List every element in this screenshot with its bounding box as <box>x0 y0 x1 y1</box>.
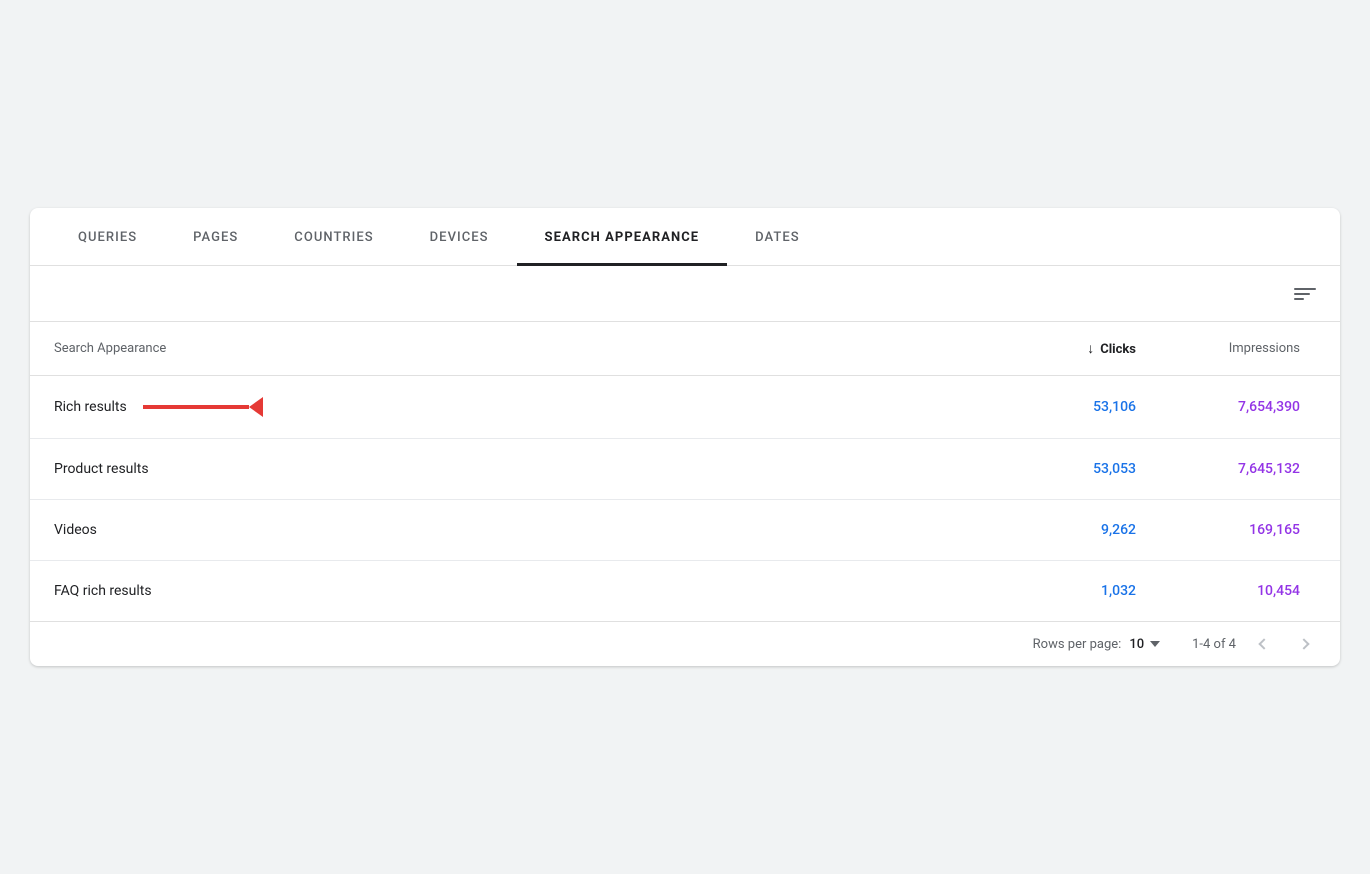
table-row[interactable]: Rich results53,1067,654,390 <box>30 376 1340 439</box>
cell-name: Rich results <box>30 376 1000 439</box>
cell-impressions: 7,645,132 <box>1160 439 1340 500</box>
rows-per-page-label: Rows per page: <box>1033 637 1122 652</box>
rows-per-page-value: 10 <box>1129 637 1144 652</box>
data-table: Search Appearance ↓Clicks Impressions Ri… <box>30 322 1340 621</box>
rows-per-page-chevron-icon <box>1150 641 1160 647</box>
col-header-search-appearance: Search Appearance <box>30 322 1000 376</box>
chevron-right-icon <box>1298 638 1309 649</box>
sort-arrow-icon: ↓ <box>1087 340 1094 357</box>
next-page-button[interactable] <box>1292 636 1316 652</box>
table-footer: Rows per page: 10 1-4 of 4 <box>30 621 1340 666</box>
cell-name: FAQ rich results <box>30 561 1000 622</box>
tabs-container: QUERIES PAGES COUNTRIES DEVICES SEARCH A… <box>30 208 1340 266</box>
tab-queries[interactable]: QUERIES <box>50 208 165 266</box>
main-card: QUERIES PAGES COUNTRIES DEVICES SEARCH A… <box>30 208 1340 666</box>
prev-page-button[interactable] <box>1252 636 1276 652</box>
table-header-row: Search Appearance ↓Clicks Impressions <box>30 322 1340 376</box>
pagination-info: 1-4 of 4 <box>1192 637 1236 652</box>
rows-per-page-container: Rows per page: 10 <box>1033 637 1160 652</box>
annotation-arrow-icon <box>143 398 263 416</box>
tab-devices[interactable]: DEVICES <box>402 208 517 266</box>
table-row[interactable]: FAQ rich results1,03210,454 <box>30 561 1340 622</box>
filter-bar <box>30 266 1340 322</box>
cell-clicks: 53,053 <box>1000 439 1160 500</box>
table-row[interactable]: Videos9,262169,165 <box>30 500 1340 561</box>
chevron-left-icon <box>1258 638 1269 649</box>
table-row[interactable]: Product results53,0537,645,132 <box>30 439 1340 500</box>
tab-countries[interactable]: COUNTRIES <box>266 208 401 266</box>
col-header-clicks[interactable]: ↓Clicks <box>1000 322 1160 376</box>
cell-impressions: 169,165 <box>1160 500 1340 561</box>
cell-impressions: 10,454 <box>1160 561 1340 622</box>
cell-clicks: 1,032 <box>1000 561 1160 622</box>
tab-search-appearance[interactable]: SEARCH APPEARANCE <box>517 208 728 266</box>
cell-name: Product results <box>30 439 1000 500</box>
cell-clicks: 9,262 <box>1000 500 1160 561</box>
tab-pages[interactable]: PAGES <box>165 208 266 266</box>
cell-clicks: 53,106 <box>1000 376 1160 439</box>
tab-dates[interactable]: DATES <box>727 208 828 266</box>
col-header-impressions[interactable]: Impressions <box>1160 322 1340 376</box>
cell-impressions: 7,654,390 <box>1160 376 1340 439</box>
filter-button[interactable] <box>1294 288 1316 300</box>
cell-name: Videos <box>30 500 1000 561</box>
rows-per-page-select[interactable]: 10 <box>1129 637 1160 652</box>
